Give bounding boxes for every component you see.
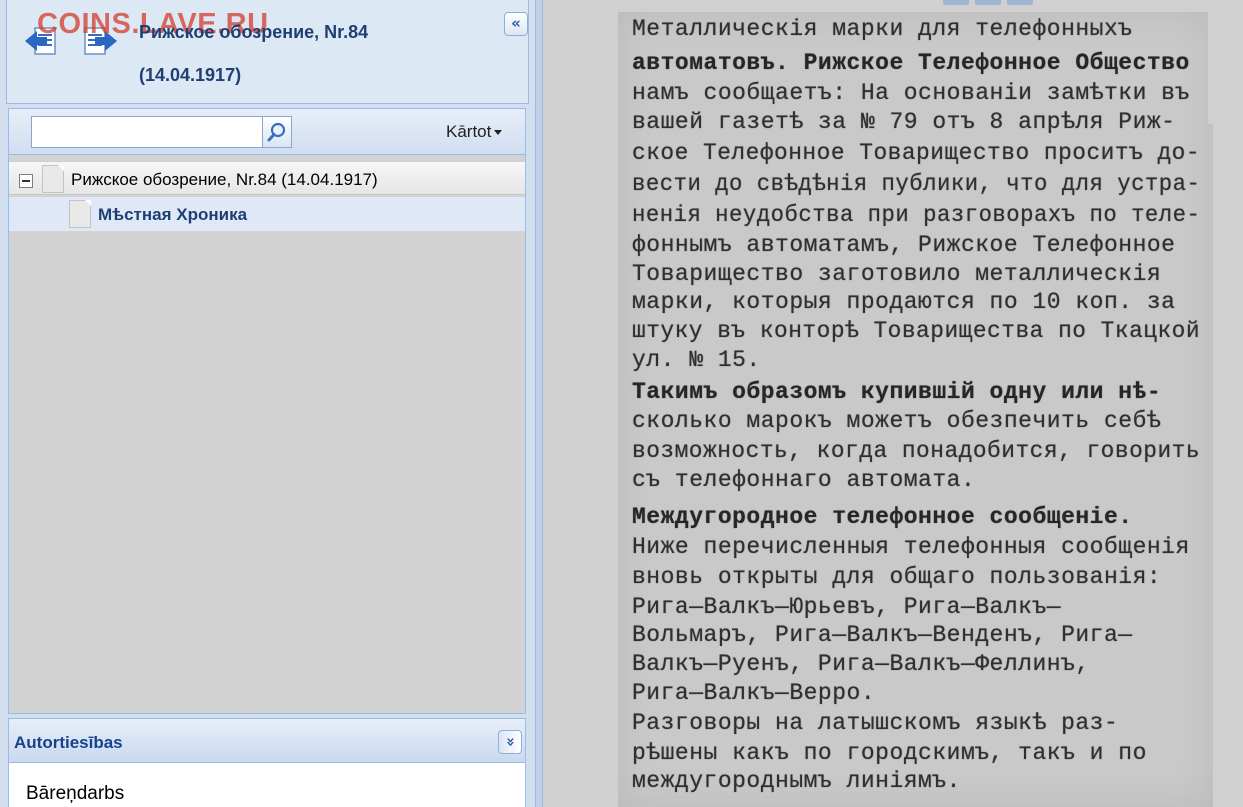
- scan-text-line: возможность, когда понадобится, говорить: [632, 438, 1201, 464]
- tree-item-root[interactable]: Рижское обозрение, Nr.84 (14.04.1917): [9, 161, 525, 195]
- left-panel: COINS.LAVE.RU Рижское обозрение, Nr.84 (…: [0, 0, 535, 807]
- tree-toolbar: Kārtot: [9, 109, 525, 155]
- copyright-title: Autortiesības: [14, 733, 123, 752]
- scan-text-line: автоматовъ. Рижское Телефонное Общество: [632, 50, 1190, 76]
- scan-text-line: вашей газетѣ за № 79 отъ 8 апрѣля Риж-: [632, 109, 1176, 135]
- viewer-tool-button[interactable]: [1007, 0, 1033, 5]
- scan-edge: [1208, 0, 1218, 124]
- sort-dropdown-label: Kārtot: [446, 122, 492, 141]
- sort-dropdown[interactable]: Kārtot: [446, 122, 503, 142]
- document-date: (14.04.1917): [139, 65, 242, 85]
- scan-text-line: съ телефоннаго автомата.: [632, 467, 976, 493]
- scan-text-line: сколько марокъ можетъ обезпечить себѣ: [632, 408, 1162, 434]
- tree-item-section[interactable]: Мѣстная Хроника: [9, 197, 525, 231]
- page-icon: [69, 200, 91, 228]
- tree-item-label: Рижское обозрение, Nr.84 (14.04.1917): [71, 170, 378, 189]
- scan-text-line: намъ сообщаетъ: На основаніи замѣтки въ: [632, 80, 1190, 106]
- scan-text-line: междугороднымъ линіямъ.: [632, 768, 961, 794]
- scan-text-line: Такимъ образомъ купившій одну или нѣ-: [632, 379, 1162, 405]
- page-viewer: Металлическія марки для телефонныхъ авто…: [543, 0, 1243, 807]
- scan-text-line: вновь открыты для общаго пользованія:: [632, 564, 1162, 590]
- viewer-tool-button[interactable]: [975, 0, 1001, 5]
- scan-text-line: Вольмаръ, Рига—Валкъ—Венденъ, Рига—: [632, 622, 1133, 648]
- scan-text-line: вести до свѣдѣнія публики, что для устра…: [632, 171, 1201, 197]
- magnifier-icon: [267, 122, 286, 142]
- scan-text-line: Товарищество заготовило металлическія: [632, 261, 1162, 287]
- scan-text-line: Разговоры на латышскомъ языкѣ раз-: [632, 710, 1119, 736]
- scan-text-line: ское Телефонное Товарищество проситъ до-: [632, 140, 1201, 166]
- page-icon: [42, 165, 64, 193]
- scan-text-line: Рига—Валкъ—Верро.: [632, 680, 876, 706]
- scan-text-line: Металлическія марки для телефонныхъ: [632, 16, 1133, 42]
- scan-text-line: Ниже перечисленныя телефонныя сообщенія: [632, 534, 1190, 560]
- double-chevron-left-icon[interactable]: «: [504, 12, 528, 36]
- viewer-tool-button[interactable]: [943, 0, 969, 5]
- chevron-down-icon: [494, 130, 503, 136]
- scan-text-line: марки, которыя продаются по 10 коп. за: [632, 289, 1176, 315]
- scan-text-line: Междугородное телефонное сообщеніе.: [632, 504, 1133, 530]
- scan-text-line: ненія неудобства при разговорахъ по теле…: [632, 202, 1201, 228]
- copyright-text: Bāreņdarbs: [26, 783, 125, 804]
- scan-text-line: ул. № 15.: [632, 347, 761, 373]
- panel-splitter[interactable]: [535, 0, 543, 807]
- scan-text-line: фоннымъ автоматамъ, Рижское Телефонное: [632, 232, 1176, 258]
- copyright-panel: Autortiesības » Bāreņdarbs: [8, 718, 526, 807]
- tree-item-label: Мѣстная Хроника: [98, 205, 248, 224]
- double-chevron-down-icon[interactable]: »: [498, 730, 522, 754]
- document-title: Рижское обозрение, Nr.84: [139, 22, 369, 42]
- scan-text-line: Рига—Валкъ—Юрьевъ, Рига—Валкъ—: [632, 594, 1062, 620]
- scan-text-line: штуку въ конторѣ Товарищества по Ткацкой: [632, 318, 1201, 344]
- search-input[interactable]: [31, 116, 263, 148]
- structure-tree-panel: Kārtot Рижское обозрение, Nr.84 (14.04.1…: [8, 108, 526, 714]
- copyright-header[interactable]: Autortiesības »: [9, 719, 525, 763]
- scan-text-line: рѣшены какъ по городскимъ, такъ и по: [632, 740, 1147, 766]
- document-header: COINS.LAVE.RU Рижское обозрение, Nr.84 (…: [6, 0, 529, 104]
- newspaper-scan[interactable]: Металлическія марки для телефонныхъ авто…: [618, 12, 1213, 807]
- scan-text-line: Валкъ—Руенъ, Рига—Валкъ—Феллинъ,: [632, 651, 1090, 677]
- minus-box-icon[interactable]: [19, 174, 33, 188]
- search-button[interactable]: [262, 116, 292, 148]
